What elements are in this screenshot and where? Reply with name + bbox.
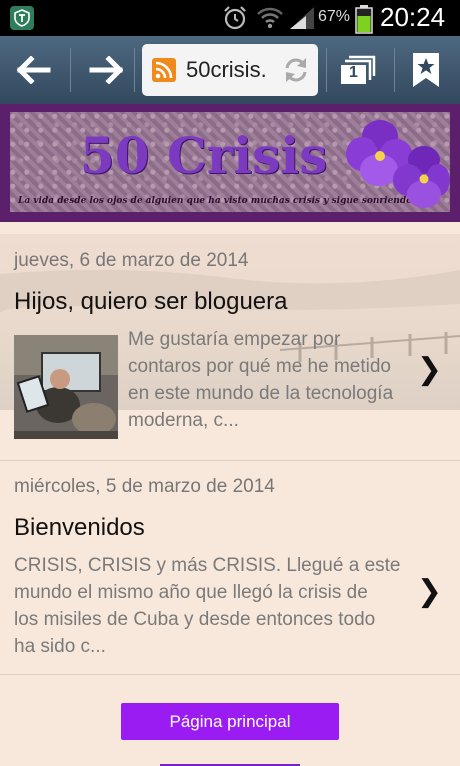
battery-percent: 67% [318,8,351,25]
battery-icon [355,5,373,34]
post-thumbnail[interactable] [14,335,118,439]
home-page-button[interactable]: Página principal [121,703,339,740]
reload-icon[interactable] [282,56,310,84]
browser-toolbar: 50crisis. 1 [0,36,460,104]
post-item[interactable]: jueves, 6 de marzo de 2014 Hijos, quiero… [0,234,460,460]
post-excerpt: Me gustaría empezar por contaros por qué… [128,329,394,431]
post-date: miércoles, 5 de marzo de 2014 [14,476,275,497]
violet-flowers-image [346,120,450,208]
chevron-right-icon[interactable]: ❯ [417,352,442,387]
forward-arrow-icon [89,56,123,84]
bookmark-button[interactable] [402,46,450,94]
post-title[interactable]: Bienvenidos [14,514,145,542]
back-button[interactable] [10,46,58,94]
alarm-icon [224,6,246,30]
post-item[interactable]: miércoles, 5 de marzo de 2014 Bienvenido… [0,460,460,674]
signal-icon [290,7,314,29]
chevron-right-icon[interactable]: ❯ [417,574,442,609]
wifi-icon [257,7,283,29]
clock: 20:24 [380,2,446,32]
app-shield-icon [10,6,34,30]
blog-title: 50 Crisis [80,126,328,185]
toolbar-divider [70,48,71,92]
blog-header: 50 Crisis La vida desde los ojos de algu… [0,104,460,222]
cut-off-link[interactable] [160,756,300,766]
toolbar-divider [394,48,395,92]
status-bar: 67% 20:24 [0,0,460,36]
post-title[interactable]: Hijos, quiero ser bloguera [14,288,287,316]
address-bar[interactable]: 50crisis. [142,44,318,96]
blog-banner[interactable]: 50 Crisis La vida desde los ojos de algu… [10,112,450,212]
post-divider [0,674,460,675]
url-text: 50crisis. [186,57,267,82]
tab-count: 1 [349,64,358,81]
toolbar-divider [134,48,135,92]
tabs-button[interactable]: 1 [334,46,382,94]
rss-icon [152,58,176,82]
back-arrow-icon [17,56,51,84]
post-date: jueves, 6 de marzo de 2014 [14,250,249,271]
post-excerpt: CRISIS, CRISIS y más CRISIS. Llegué a es… [14,555,401,657]
toolbar-divider [326,48,327,92]
tabs-icon [341,55,376,84]
bookmark-icon [413,53,439,87]
post-list: jueves, 6 de marzo de 2014 Hijos, quiero… [0,234,460,766]
forward-button[interactable] [82,46,130,94]
